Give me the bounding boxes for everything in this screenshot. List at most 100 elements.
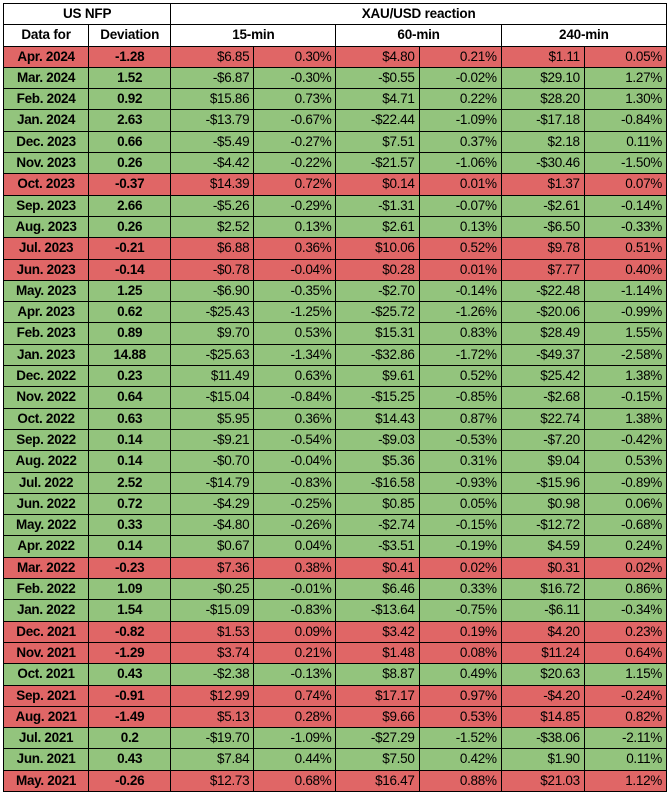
cell-deviation: 0.72: [88, 492, 172, 516]
cell-60min-amount: $0.28: [335, 258, 420, 281]
cell-240min-amount: -$7.20: [500, 428, 585, 452]
cell-60min-amount: $0.14: [335, 173, 420, 196]
cell-60min-percent: 0.21%: [418, 45, 502, 68]
cell-240min-amount: $7.77: [500, 258, 585, 281]
cell-15min-percent: -0.83%: [253, 471, 337, 494]
cell-240min-amount: $22.74: [500, 407, 585, 430]
cell-deviation: 0.64: [88, 386, 172, 409]
cell-15min-percent: -0.26%: [253, 514, 337, 537]
column-header-data-for: Data for: [2, 24, 90, 47]
nfp-reaction-table: US NFP XAU/USD reaction Data for Deviati…: [2, 2, 668, 792]
cell-240min-amount: -$30.46: [500, 152, 585, 175]
cell-15min-amount: -$15.09: [170, 599, 255, 622]
table-row: Feb. 2024 0.92 $15.86 0.73% $4.71 0.22% $28.20…: [2, 88, 668, 111]
table-body: Apr. 2024 -1.28 $6.85 0.30% $4.80 0.21% $1.11 0…: [2, 45, 668, 792]
cell-month: Aug. 2021: [2, 705, 90, 729]
cell-60min-amount: -$13.64: [335, 599, 420, 622]
cell-deviation: 0.14: [88, 535, 172, 558]
cell-15min-amount: -$9.21: [170, 428, 255, 452]
cell-240min-percent: -0.89%: [583, 471, 668, 494]
cell-60min-percent: -0.53%: [418, 428, 502, 452]
cell-15min-percent: 0.68%: [253, 769, 337, 792]
table-row: Nov. 2023 0.26 -$4.42 -0.22% -$21.57 -1.06% -$…: [2, 152, 668, 175]
cell-15min-amount: $12.99: [170, 684, 255, 707]
cell-15min-percent: 0.28%: [253, 705, 337, 729]
cell-15min-percent: -0.35%: [253, 279, 337, 303]
cell-15min-percent: -0.83%: [253, 599, 337, 622]
cell-60min-percent: -0.02%: [418, 66, 502, 90]
cell-deviation: -1.28: [88, 45, 172, 68]
cell-60min-amount: $14.43: [335, 407, 420, 430]
cell-15min-percent: -0.84%: [253, 386, 337, 409]
cell-60min-percent: 0.87%: [418, 407, 502, 430]
table-row: Apr. 2024 -1.28 $6.85 0.30% $4.80 0.21% $1.11 0…: [2, 45, 668, 68]
cell-month: Dec. 2021: [2, 620, 90, 643]
cell-15min-amount: $5.95: [170, 407, 255, 430]
cell-deviation: -0.23: [88, 556, 172, 580]
cell-month: May. 2022: [2, 514, 90, 537]
cell-240min-amount: $29.10: [500, 66, 585, 90]
cell-240min-amount: -$38.06: [500, 727, 585, 750]
cell-60min-percent: -0.07%: [418, 194, 502, 217]
cell-240min-percent: 1.15%: [583, 663, 668, 686]
cell-60min-amount: -$27.29: [335, 727, 420, 750]
cell-deviation: 0.43: [88, 748, 172, 771]
cell-15min-percent: 0.13%: [253, 215, 337, 239]
cell-month: Apr. 2023: [2, 301, 90, 324]
cell-month: Sep. 2021: [2, 684, 90, 707]
cell-240min-percent: -0.99%: [583, 301, 668, 324]
table-row: Jan. 2024 2.63 -$13.79 -0.67% -$22.44 -1.09% -…: [2, 109, 668, 132]
cell-240min-amount: $14.85: [500, 705, 585, 729]
table-row: Feb. 2023 0.89 $9.70 0.53% $15.31 0.83% $28.49…: [2, 322, 668, 345]
cell-60min-amount: -$3.51: [335, 535, 420, 558]
cell-240min-percent: 1.27%: [583, 66, 668, 90]
cell-60min-percent: -0.75%: [418, 599, 502, 622]
cell-240min-percent: -0.84%: [583, 109, 668, 132]
cell-15min-percent: 0.63%: [253, 365, 337, 388]
cell-60min-amount: $8.87: [335, 663, 420, 686]
cell-240min-amount: $4.59: [500, 535, 585, 558]
cell-15min-percent: -0.01%: [253, 578, 337, 601]
cell-15min-amount: -$0.70: [170, 450, 255, 473]
cell-60min-percent: 0.33%: [418, 578, 502, 601]
cell-240min-percent: 1.55%: [583, 322, 668, 345]
cell-month: Feb. 2023: [2, 322, 90, 345]
cell-60min-percent: -0.93%: [418, 471, 502, 494]
cell-60min-amount: $9.61: [335, 365, 420, 388]
table-row: May. 2022 0.33 -$4.80 -0.26% -$2.74 -0.15% -$1…: [2, 514, 668, 537]
cell-15min-amount: $3.74: [170, 641, 255, 665]
cell-15min-amount: $12.73: [170, 769, 255, 792]
cell-month: Feb. 2024: [2, 88, 90, 111]
table-row: Sep. 2023 2.66 -$5.26 -0.29% -$1.31 -0.07% -$2…: [2, 194, 668, 217]
cell-15min-amount: -$0.78: [170, 258, 255, 281]
cell-60min-amount: $2.61: [335, 215, 420, 239]
header-row-titles: US NFP XAU/USD reaction: [2, 2, 667, 26]
table-row: Jun. 2023 -0.14 -$0.78 -0.04% $0.28 0.01% $7.7…: [2, 258, 668, 281]
cell-deviation: 0.92: [88, 88, 172, 111]
cell-month: May. 2023: [2, 279, 90, 303]
cell-month: Dec. 2023: [2, 130, 90, 154]
cell-15min-percent: 0.38%: [253, 556, 337, 580]
cell-month: May. 2021: [2, 769, 90, 792]
cell-240min-amount: -$49.37: [500, 343, 585, 367]
cell-240min-amount: $0.31: [500, 556, 585, 580]
table-row: Jul. 2023 -0.21 $6.88 0.36% $10.06 0.52% $9.78…: [2, 237, 668, 260]
cell-240min-amount: $21.03: [500, 769, 585, 792]
cell-deviation: 0.14: [88, 450, 172, 473]
column-header-60-min: 60-min: [335, 24, 502, 47]
cell-60min-percent: 0.19%: [418, 620, 502, 643]
cell-15min-percent: 0.44%: [253, 748, 337, 771]
cell-month: Oct. 2023: [2, 173, 90, 196]
cell-60min-amount: $4.80: [335, 45, 420, 68]
cell-deviation: 0.14: [88, 428, 172, 452]
cell-15min-percent: -0.27%: [253, 130, 337, 154]
cell-15min-amount: $11.49: [170, 365, 255, 388]
cell-240min-percent: 0.51%: [583, 237, 668, 260]
table-row: Jun. 2021 0.43 $7.84 0.44% $7.50 0.42% $1.90 0.…: [2, 748, 668, 771]
cell-60min-percent: -0.19%: [418, 535, 502, 558]
cell-month: Dec. 2022: [2, 365, 90, 388]
header-xauusd-reaction: XAU/USD reaction: [170, 2, 667, 26]
cell-60min-amount: $15.31: [335, 322, 420, 345]
cell-60min-percent: 0.49%: [418, 663, 502, 686]
cell-240min-percent: 0.11%: [583, 748, 668, 771]
